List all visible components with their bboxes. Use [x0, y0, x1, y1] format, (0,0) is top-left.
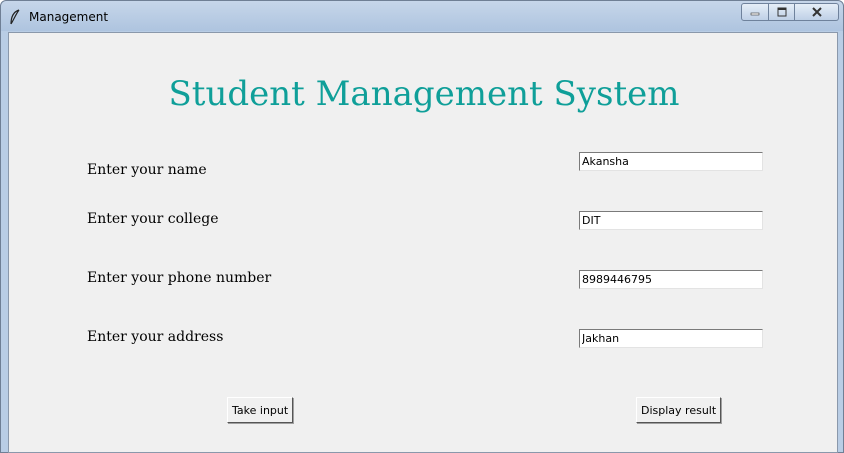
window-controls: [741, 3, 839, 23]
feather-icon: [9, 9, 21, 25]
minimize-button[interactable]: [741, 3, 769, 21]
close-icon: [811, 7, 822, 17]
college-field[interactable]: [579, 211, 763, 230]
name-field[interactable]: [579, 152, 763, 171]
maximize-icon: [777, 7, 786, 17]
window-title: Management: [29, 10, 109, 24]
display-result-button[interactable]: Display result: [636, 397, 722, 423]
college-label: Enter your college: [87, 211, 219, 227]
phone-label: Enter your phone number: [87, 270, 272, 286]
minimize-icon: [750, 12, 760, 16]
name-label: Enter your name: [87, 162, 207, 178]
address-field[interactable]: [579, 329, 763, 348]
address-label: Enter your address: [87, 329, 224, 345]
close-button[interactable]: [795, 3, 839, 21]
phone-field[interactable]: [579, 270, 763, 289]
form-area: Student Management System Enter your nam…: [8, 32, 838, 453]
take-input-button[interactable]: Take input: [227, 397, 294, 423]
page-title: Student Management System: [168, 74, 680, 114]
maximize-button[interactable]: [769, 3, 795, 21]
title-bar[interactable]: Management: [1, 1, 843, 31]
app-window: Management Student Management System Ent…: [0, 0, 844, 453]
